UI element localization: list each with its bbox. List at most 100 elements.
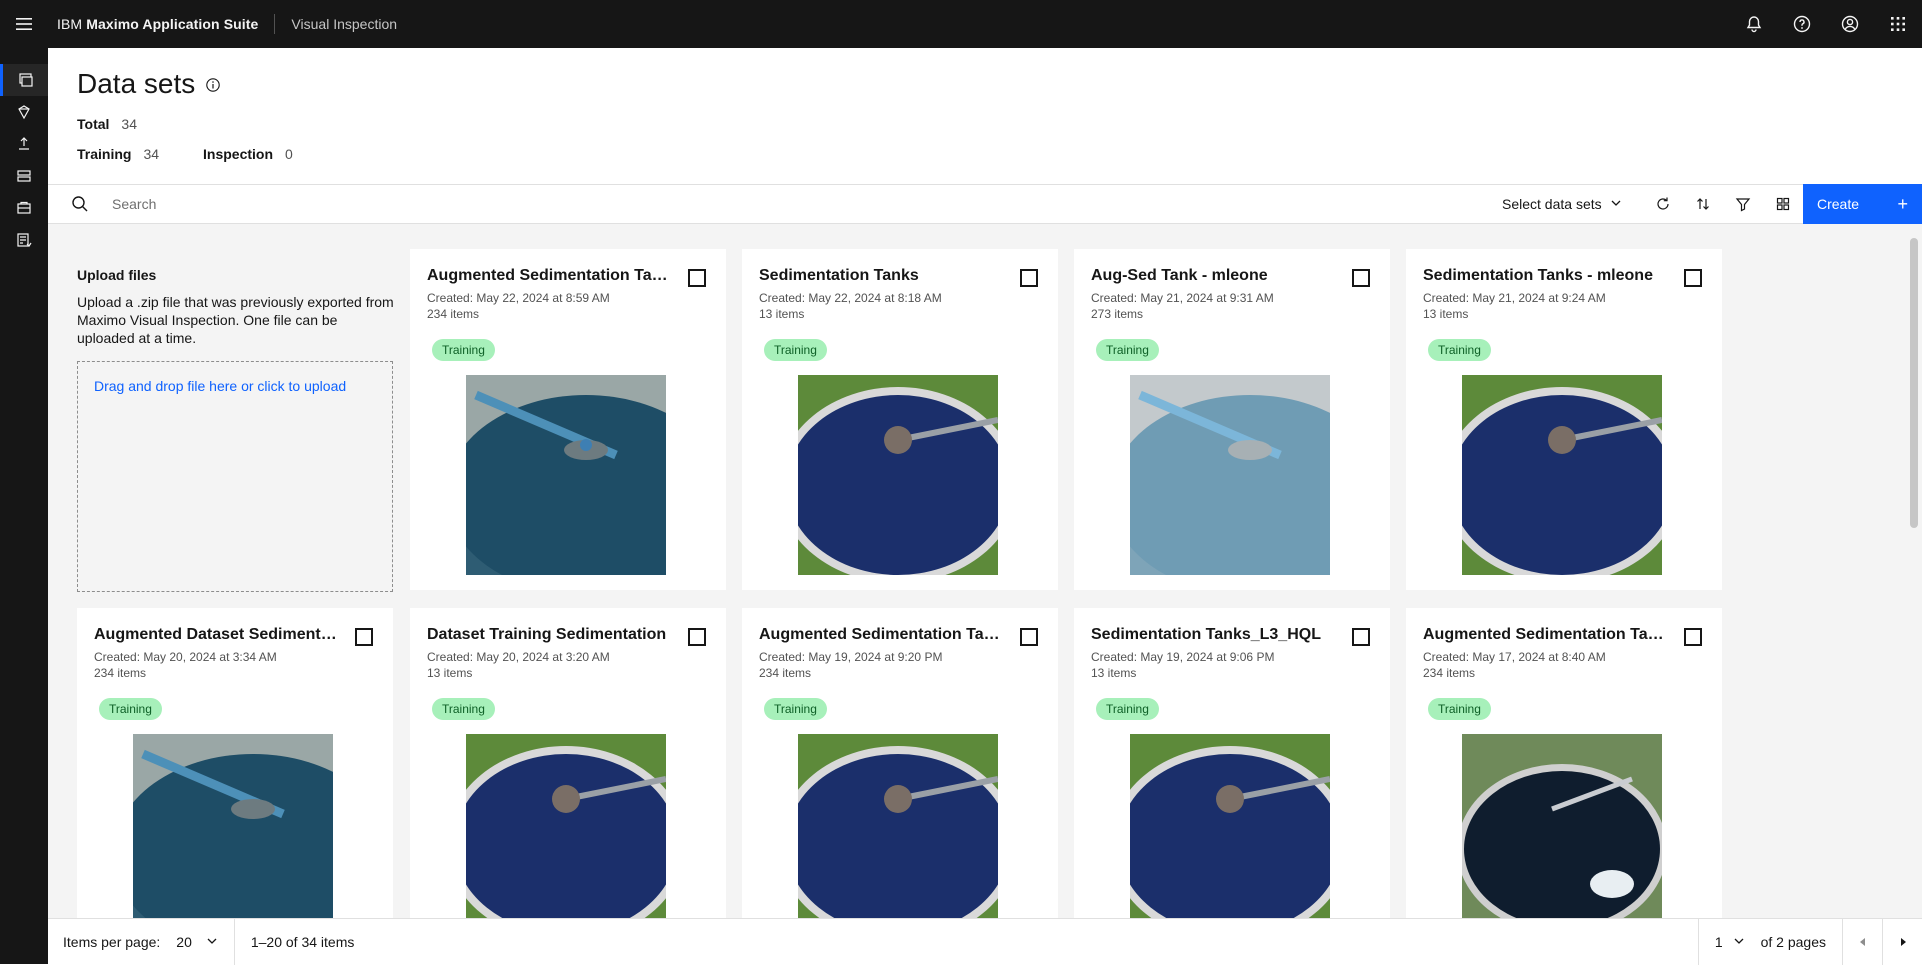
items-per-page-value: 20 bbox=[176, 933, 192, 950]
file-dropzone[interactable]: Drag and drop file here or click to uplo… bbox=[77, 361, 393, 592]
card-created: Created: May 22, 2024 at 8:59 AM bbox=[427, 291, 610, 305]
refresh-icon[interactable] bbox=[1643, 185, 1683, 223]
vertical-scrollbar[interactable] bbox=[1910, 238, 1918, 528]
stat-total: Total 34 bbox=[77, 116, 137, 132]
card-title[interactable]: Sedimentation Tanks_L3_HQL bbox=[1091, 626, 1341, 644]
upload-title: Upload files bbox=[77, 267, 157, 283]
menu-icon[interactable] bbox=[0, 0, 48, 48]
dataset-card[interactable]: Augmented Dataset Sedimentation Created:… bbox=[77, 608, 393, 918]
dataset-card[interactable]: Dataset Training Sedimentation Created: … bbox=[410, 608, 726, 918]
info-icon[interactable] bbox=[205, 68, 221, 100]
reports-icon[interactable] bbox=[0, 224, 48, 256]
projects-icon[interactable] bbox=[0, 160, 48, 192]
grid-view-icon[interactable] bbox=[1763, 185, 1803, 223]
page-header: Data sets bbox=[77, 68, 221, 100]
dataset-stats: Total 34 Training 34 Inspection 0 bbox=[77, 115, 293, 175]
page-title: Data sets bbox=[77, 68, 196, 99]
training-tag: Training bbox=[1428, 339, 1491, 361]
card-item-count: 234 items bbox=[759, 666, 812, 680]
card-created: Created: May 20, 2024 at 3:20 AM bbox=[427, 650, 610, 664]
card-title[interactable]: Augmented Sedimentation Tanks bbox=[427, 267, 677, 285]
header-actions bbox=[1730, 0, 1922, 48]
card-title[interactable]: Augmented Dataset Sedimentation bbox=[94, 626, 344, 644]
stat-inspection-label: Inspection bbox=[203, 146, 274, 162]
deploy-icon[interactable] bbox=[0, 128, 48, 160]
card-created: Created: May 19, 2024 at 9:06 PM bbox=[1091, 650, 1275, 664]
page-total: of 2 pages bbox=[1760, 934, 1826, 950]
help-icon[interactable] bbox=[1778, 0, 1826, 48]
dataset-thumbnail bbox=[798, 375, 998, 575]
card-created: Created: May 19, 2024 at 9:20 PM bbox=[759, 650, 943, 664]
filter-icon[interactable] bbox=[1723, 185, 1763, 223]
dataset-thumbnail bbox=[1130, 375, 1330, 575]
card-title[interactable]: Sedimentation Tanks - mleone bbox=[1423, 267, 1673, 285]
card-checkbox[interactable] bbox=[1020, 628, 1038, 646]
page-select[interactable]: 1 bbox=[1697, 919, 1761, 965]
card-checkbox[interactable] bbox=[688, 628, 706, 646]
card-checkbox[interactable] bbox=[1352, 628, 1370, 646]
chevron-down-icon bbox=[206, 934, 218, 950]
card-title[interactable]: Augmented Sedimentation Tanks bbox=[1423, 626, 1673, 644]
card-title[interactable]: Dataset Training Sedimentation bbox=[427, 626, 677, 644]
inspect-icon[interactable] bbox=[0, 192, 48, 224]
select-data-sets-label: Select data sets bbox=[1502, 196, 1602, 212]
toolbar: Select data sets Create + bbox=[48, 184, 1922, 224]
upload-panel: Upload files Upload a .zip file that was… bbox=[77, 224, 395, 592]
stat-total-label: Total bbox=[77, 116, 110, 132]
caret-right-icon bbox=[1898, 934, 1908, 950]
card-created: Created: May 17, 2024 at 8:40 AM bbox=[1423, 650, 1606, 664]
items-per-page-label: Items per page: bbox=[63, 933, 161, 950]
card-item-count: 234 items bbox=[427, 307, 480, 321]
app-switcher-icon[interactable] bbox=[1874, 0, 1922, 48]
card-checkbox[interactable] bbox=[355, 628, 373, 646]
dataset-card[interactable]: Augmented Sedimentation Tanks Created: M… bbox=[1406, 608, 1722, 918]
pagination-range: 1–20 of 34 items bbox=[250, 933, 355, 950]
card-checkbox[interactable] bbox=[1684, 628, 1702, 646]
dataset-thumbnail bbox=[133, 734, 333, 918]
stat-training-label: Training bbox=[77, 146, 132, 162]
card-created: Created: May 20, 2024 at 3:34 AM bbox=[94, 650, 277, 664]
brand-name[interactable]: IBM Maximo Application Suite bbox=[48, 16, 274, 32]
sort-icon[interactable] bbox=[1683, 185, 1723, 223]
select-data-sets-dropdown[interactable]: Select data sets bbox=[1502, 185, 1622, 223]
stat-inspection-value: 0 bbox=[285, 146, 293, 162]
card-checkbox[interactable] bbox=[1352, 269, 1370, 287]
datasets-icon[interactable] bbox=[0, 64, 48, 96]
card-checkbox[interactable] bbox=[1020, 269, 1038, 287]
pagination-bar: Items per page: 20 1–20 of 34 items 1 of… bbox=[48, 918, 1922, 965]
card-item-count: 273 items bbox=[1091, 307, 1144, 321]
dataset-card[interactable]: Aug-Sed Tank - mleone Created: May 21, 2… bbox=[1074, 249, 1390, 590]
card-title[interactable]: Sedimentation Tanks bbox=[759, 267, 1009, 285]
card-checkbox[interactable] bbox=[1684, 269, 1702, 287]
card-item-count: 234 items bbox=[94, 666, 147, 680]
dataset-card[interactable]: Sedimentation Tanks - mleone Created: Ma… bbox=[1406, 249, 1722, 590]
chevron-down-icon bbox=[1610, 196, 1622, 212]
notification-icon[interactable] bbox=[1730, 0, 1778, 48]
chevron-down-icon bbox=[1733, 934, 1745, 950]
brand-prefix: IBM bbox=[57, 16, 87, 32]
models-icon[interactable] bbox=[0, 96, 48, 128]
dropzone-link[interactable]: Drag and drop file here or click to uplo… bbox=[94, 378, 346, 394]
user-avatar-icon[interactable] bbox=[1826, 0, 1874, 48]
dataset-card[interactable]: Augmented Sedimentation Tanks Created: M… bbox=[742, 608, 1058, 918]
items-per-page: Items per page: 20 bbox=[48, 918, 235, 965]
main-content: Data sets Total 34 Training 34 Inspectio… bbox=[48, 48, 1922, 965]
dataset-card[interactable]: Sedimentation Tanks Created: May 22, 202… bbox=[742, 249, 1058, 590]
card-title[interactable]: Aug-Sed Tank - mleone bbox=[1091, 267, 1341, 285]
training-tag: Training bbox=[1096, 339, 1159, 361]
card-item-count: 13 items bbox=[759, 307, 805, 321]
card-checkbox[interactable] bbox=[688, 269, 706, 287]
card-title[interactable]: Augmented Sedimentation Tanks bbox=[759, 626, 1009, 644]
card-item-count: 13 items bbox=[1091, 666, 1137, 680]
previous-page-button[interactable] bbox=[1842, 919, 1882, 965]
dataset-card[interactable]: Augmented Sedimentation Tanks Created: M… bbox=[410, 249, 726, 590]
training-tag: Training bbox=[1428, 698, 1491, 720]
dataset-card[interactable]: Sedimentation Tanks_L3_HQL Created: May … bbox=[1074, 608, 1390, 918]
items-per-page-select[interactable]: 20 bbox=[176, 934, 218, 950]
stat-training: Training 34 bbox=[77, 146, 159, 162]
create-button-label: Create bbox=[1817, 196, 1860, 212]
create-button[interactable]: Create + bbox=[1803, 184, 1922, 224]
training-tag: Training bbox=[432, 339, 495, 361]
search-input[interactable] bbox=[112, 196, 1012, 212]
next-page-button[interactable] bbox=[1882, 919, 1922, 965]
